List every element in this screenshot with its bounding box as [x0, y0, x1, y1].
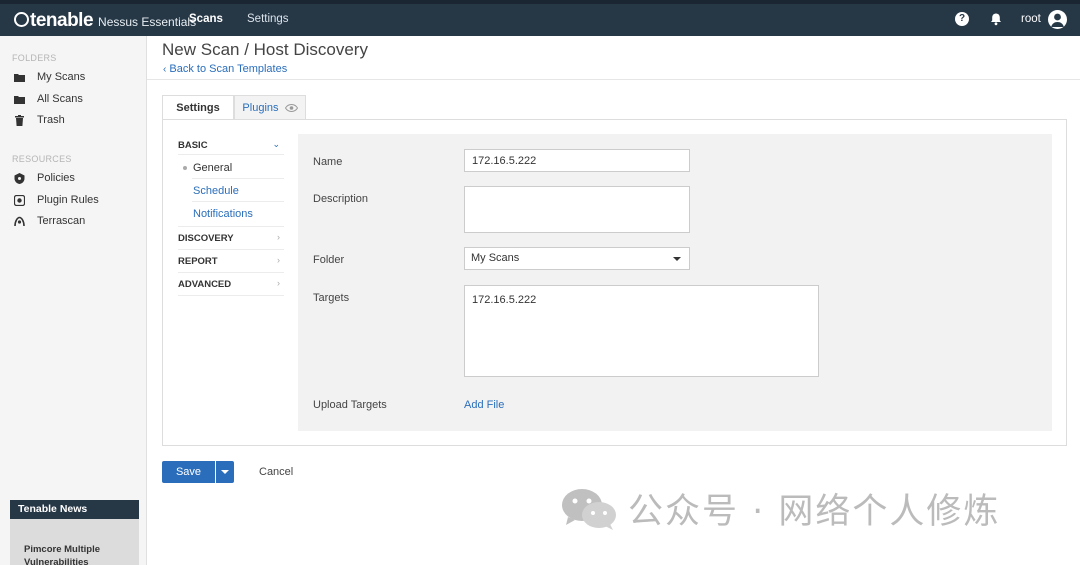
- targets-field[interactable]: 172.16.5.222: [464, 285, 819, 377]
- sidebar-item-label: Policies: [37, 172, 75, 184]
- back-to-templates-link[interactable]: ‹ Back to Scan Templates: [163, 63, 287, 75]
- page-title: New Scan / Host Discovery: [162, 40, 368, 59]
- nav-general[interactable]: General: [193, 162, 232, 174]
- divider: [192, 178, 284, 179]
- sidebar-item-plugin-rules[interactable]: Plugin Rules: [13, 194, 99, 206]
- news-item[interactable]: Pimcore Multiple Vulnerabilities: [10, 519, 139, 565]
- plugin-icon: [13, 194, 26, 206]
- tab-plugins-label: Plugins: [242, 102, 279, 114]
- eye-icon: [284, 103, 298, 115]
- save-options-dropdown-button[interactable]: [216, 461, 234, 483]
- divider: [147, 79, 1080, 80]
- trash-icon: [14, 114, 25, 126]
- divider: [178, 272, 284, 273]
- tab-settings[interactable]: Settings: [162, 95, 234, 120]
- bell-icon[interactable]: [989, 12, 1003, 26]
- folder-select[interactable]: My Scans: [464, 247, 690, 270]
- section-discovery[interactable]: DISCOVERY ›: [178, 232, 284, 244]
- top-navigation-bar: tenable Nessus Essentials Scans Settings…: [0, 0, 1080, 36]
- terrascan-icon: [14, 216, 25, 227]
- question-circle-icon[interactable]: ?: [955, 12, 969, 26]
- chevron-right-icon: ›: [277, 278, 280, 288]
- logo-ring-icon: [14, 12, 29, 27]
- sidebar-item-trash[interactable]: Trash: [14, 114, 65, 126]
- current-item-bullet-icon: [183, 166, 187, 170]
- divider: [178, 226, 284, 227]
- section-report-label: REPORT: [178, 256, 218, 267]
- chevron-right-icon: ›: [277, 255, 280, 265]
- sidebar-item-label: Plugin Rules: [37, 194, 99, 206]
- sidebar-item-policies[interactable]: Policies: [14, 172, 75, 184]
- section-advanced[interactable]: ADVANCED ›: [178, 278, 284, 290]
- sidebar: FOLDERS My Scans All Scans Trash RESOURC…: [0, 36, 147, 565]
- folder-icon: [14, 72, 25, 83]
- sidebar-item-label: Trash: [37, 114, 65, 126]
- tenable-logo[interactable]: tenable Nessus Essentials: [14, 10, 196, 32]
- nav-schedule[interactable]: Schedule: [193, 185, 239, 197]
- divider: [178, 154, 284, 155]
- section-basic[interactable]: BASIC ⌄: [178, 139, 284, 151]
- chevron-down-icon: ⌄: [272, 139, 280, 149]
- sidebar-item-all-scans[interactable]: All Scans: [14, 93, 83, 105]
- chevron-left-icon: ‹: [163, 64, 167, 75]
- folder-icon: [14, 94, 25, 105]
- divider: [178, 249, 284, 250]
- product-name: Nessus Essentials: [98, 15, 197, 29]
- add-file-link[interactable]: Add File: [464, 399, 504, 411]
- cancel-button[interactable]: Cancel: [259, 466, 293, 478]
- watermark: 公众号 · 网络个人修炼: [560, 483, 1000, 534]
- back-link-label: Back to Scan Templates: [169, 63, 288, 75]
- save-button[interactable]: Save: [162, 461, 215, 483]
- section-report[interactable]: REPORT ›: [178, 255, 284, 267]
- watermark-text: 公众号 · 网络个人修炼: [628, 492, 1001, 532]
- sidebar-item-terrascan[interactable]: Terrascan: [14, 215, 85, 227]
- username[interactable]: root: [1021, 13, 1041, 25]
- sidebar-item-my-scans[interactable]: My Scans: [14, 71, 85, 83]
- news-heading: Tenable News: [10, 500, 139, 519]
- resources-heading: RESOURCES: [12, 154, 72, 164]
- description-field[interactable]: [464, 186, 690, 233]
- chevron-right-icon: ›: [277, 232, 280, 242]
- logo-wordmark: tenable: [14, 10, 94, 32]
- divider: [192, 201, 284, 202]
- section-basic-label: BASIC: [178, 140, 208, 151]
- sidebar-item-label: My Scans: [37, 71, 86, 83]
- folder-label: Folder: [313, 254, 345, 266]
- name-field[interactable]: [464, 149, 690, 172]
- shield-icon: [14, 172, 25, 184]
- divider: [178, 295, 284, 296]
- description-label: Description: [313, 193, 369, 205]
- sidebar-item-label: All Scans: [37, 93, 83, 105]
- folders-heading: FOLDERS: [12, 53, 57, 63]
- caret-down-icon: [673, 257, 681, 261]
- targets-label: Targets: [313, 292, 350, 304]
- folder-select-value: My Scans: [471, 252, 520, 264]
- nav-notifications[interactable]: Notifications: [193, 208, 253, 220]
- nav-settings[interactable]: Settings: [247, 13, 289, 25]
- general-settings-form: [298, 134, 1052, 431]
- sidebar-item-label: Terrascan: [37, 215, 86, 227]
- upload-targets-label: Upload Targets: [313, 399, 387, 411]
- nav-scans[interactable]: Scans: [189, 13, 223, 25]
- section-discovery-label: DISCOVERY: [178, 233, 234, 244]
- user-avatar-icon[interactable]: [1048, 10, 1067, 29]
- section-advanced-label: ADVANCED: [178, 279, 232, 290]
- name-label: Name: [313, 156, 343, 168]
- tab-plugins[interactable]: Plugins: [234, 95, 306, 120]
- wechat-logo-icon: [560, 487, 618, 531]
